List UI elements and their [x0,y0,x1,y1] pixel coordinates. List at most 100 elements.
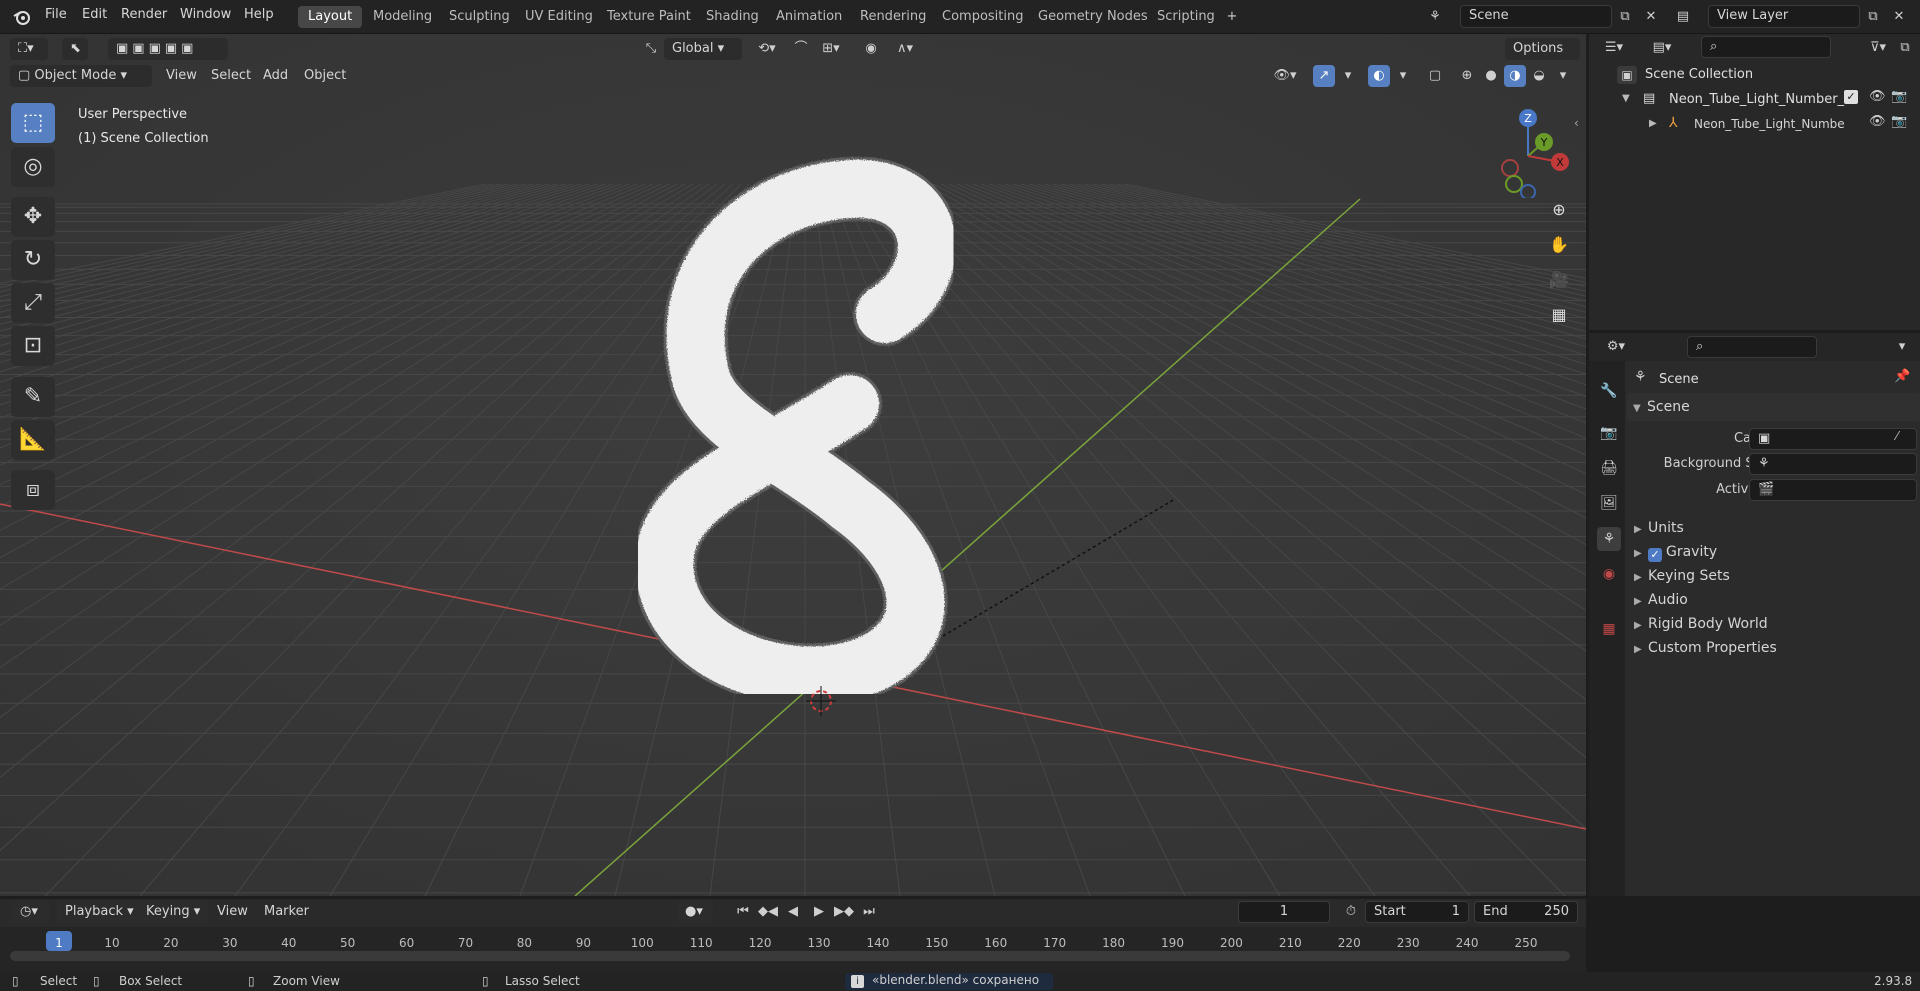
custom-properties-panel-header[interactable]: ▶ Custom Properties [1634,635,1920,661]
world-tab-icon[interactable]: ◉ [1597,562,1621,586]
scene-selector-icon[interactable]: ⚘ [1424,6,1446,28]
3d-viewport[interactable]: ⛶▾ ⬉ ▣▣▣▣▣ ⤡ Global ▾ ⟲▾ ⌒ ⊞▾ ◉ ∧▾ Optio… [0,34,1586,896]
move-tool-icon[interactable]: ✥ [11,197,55,237]
background-scene-field[interactable]: ⚘ [1749,453,1917,475]
overlays-icon[interactable]: ◐ [1368,65,1390,87]
view-layer-field[interactable]: View Layer [1708,5,1860,28]
delete-scene-icon[interactable]: ✕ [1640,6,1662,28]
tab-geometry-nodes[interactable]: Geometry Nodes [1028,6,1158,28]
units-panel-header[interactable]: ▶ Units [1634,515,1920,541]
menu-window[interactable]: Window [180,7,231,22]
render-tab-icon[interactable]: 📷 [1597,421,1621,445]
selection-mode-icons[interactable]: ▣▣▣▣▣ [108,38,228,60]
audio-panel-header[interactable]: ▶ Audio [1634,587,1920,613]
solid-shading-icon[interactable]: ● [1480,65,1502,87]
mode-dropdown[interactable]: ▢ Object Mode ▾ [10,65,152,87]
gizmo-dropdown-icon[interactable]: ▾ [1337,65,1359,87]
tab-texture-paint[interactable]: Texture Paint [597,6,701,28]
expand-object-icon[interactable]: ▶ [1649,118,1657,129]
outliner-collection-item[interactable]: Neon_Tube_Light_Number_8 [1669,92,1852,107]
sidebar-toggle-icon[interactable]: ‹ [1574,116,1579,130]
menu-marker[interactable]: Marker [256,901,317,923]
end-frame-field[interactable]: End 250 [1474,901,1578,923]
outliner-scene-collection[interactable]: Scene Collection [1645,67,1753,82]
camera-field[interactable]: ▣ [1749,428,1917,450]
tool-select-icon[interactable]: ⬉ [62,38,88,60]
transform-orientation-icon[interactable]: ⤡ [640,38,662,60]
view-layer-icon[interactable]: ▤ [1672,6,1694,28]
delete-view-layer-icon[interactable]: ✕ [1888,6,1910,28]
gravity-panel-header[interactable]: ▶ ✓ Gravity [1634,539,1920,565]
jump-start-icon[interactable]: ⏮ [732,901,754,923]
transform-tool-icon[interactable]: ⊡ [11,326,55,366]
zoom-view-icon[interactable]: ⊕ [1544,196,1574,224]
new-view-layer-icon[interactable]: ⧉ [1862,6,1884,28]
tool-tab-icon[interactable]: 🔧 [1597,379,1621,403]
current-frame-field[interactable]: 1 [1238,901,1330,923]
properties-editor-type-icon[interactable]: ⚙▾ [1599,336,1633,358]
auto-keying-icon[interactable]: ●▾ [677,901,713,923]
orientation-dropdown[interactable]: Global ▾ [664,38,742,60]
annotate-tool-icon[interactable]: ✎ [11,377,55,417]
menu-select[interactable]: Select [203,65,259,87]
snap-target-icon[interactable]: ⊞▾ [814,38,848,60]
tab-layout[interactable]: Layout [298,6,363,28]
next-keyframe-icon[interactable]: ▶◆ [833,901,855,923]
play-icon[interactable]: ▶ [808,901,830,923]
falloff-icon[interactable]: ∧▾ [888,38,922,60]
tab-compositing[interactable]: Compositing [932,6,1034,28]
shading-dropdown-icon[interactable]: ▾ [1552,65,1574,87]
rotate-tool-icon[interactable]: ↻ [11,240,55,280]
status-message[interactable]: i «blender.blend» сохранено [845,973,1053,990]
prev-keyframe-icon[interactable]: ◆◀ [757,901,779,923]
proportional-edit-icon[interactable]: ◉ [860,38,882,60]
visibility-eye-icon[interactable]: 👁 [1869,89,1886,104]
measure-tool-icon[interactable]: 📐 [11,420,55,460]
active-clip-field[interactable]: 🎬 [1749,479,1917,501]
visibility-icon[interactable]: 👁▾ [1268,65,1302,87]
wireframe-shading-icon[interactable]: ⊕ [1456,65,1478,87]
keying-sets-panel-header[interactable]: ▶ Keying Sets [1634,563,1920,589]
outliner-object-item[interactable]: Neon_Tube_Light_Numbe [1694,117,1845,131]
add-workspace-icon[interactable]: + [1221,6,1243,28]
render-camera-icon[interactable]: 📷 [1891,89,1907,104]
object-visibility-eye-icon[interactable]: 👁 [1869,114,1886,129]
3d-cursor[interactable] [806,686,836,716]
preview-range-icon[interactable]: ⏱ [1340,901,1362,923]
neon-number-8-model[interactable] [620,154,980,708]
tab-scripting[interactable]: Scripting [1147,6,1225,28]
rigid-body-world-panel-header[interactable]: ▶ Rigid Body World [1634,611,1920,637]
outliner-search-input[interactable]: ⌕ [1701,36,1831,58]
menu-add[interactable]: Add [255,65,296,87]
play-reverse-icon[interactable]: ◀ [782,901,804,923]
snap-icon[interactable]: ⌒ [790,38,812,60]
properties-options-icon[interactable]: ▾ [1891,336,1913,358]
pan-view-icon[interactable]: ✋ [1544,231,1574,259]
tab-shading[interactable]: Shading [696,6,769,28]
start-frame-field[interactable]: Start 1 [1365,901,1469,923]
tab-sculpting[interactable]: Sculpting [439,6,520,28]
object-render-camera-icon[interactable]: 📷 [1891,114,1907,129]
scene-name-field[interactable]: Scene [1460,5,1612,28]
outliner-editor-type-icon[interactable]: ☰▾ [1597,37,1631,59]
tab-rendering[interactable]: Rendering [850,6,936,28]
gravity-checkbox[interactable]: ✓ [1648,548,1662,562]
tab-animation[interactable]: Animation [766,6,852,28]
expand-collection-icon[interactable]: ▼ [1622,93,1630,104]
menu-keying[interactable]: Keying ▾ [138,901,209,923]
xray-icon[interactable]: ▢ [1424,65,1446,87]
menu-playback[interactable]: Playback ▾ [57,901,142,923]
material-shading-icon[interactable]: ◑ [1504,65,1526,87]
tab-uv-editing[interactable]: UV Editing [515,6,603,28]
overlays-dropdown-icon[interactable]: ▾ [1392,65,1414,87]
navigation-gizmo[interactable]: Z Y X [1482,102,1574,200]
scene-tab-icon[interactable]: ⚘ [1597,527,1621,551]
menu-file[interactable]: File [45,7,67,22]
menu-view[interactable]: View [158,65,205,87]
output-tab-icon[interactable]: 🖨 [1597,456,1621,480]
timeline-editor-type-icon[interactable]: ◷▾ [12,901,50,923]
menu-help[interactable]: Help [244,7,274,22]
gizmo-toggle-icon[interactable]: ↗ [1313,65,1335,87]
scale-tool-icon[interactable]: ⤢ [11,283,55,323]
cursor-tool-icon[interactable]: ◎ [11,147,55,187]
